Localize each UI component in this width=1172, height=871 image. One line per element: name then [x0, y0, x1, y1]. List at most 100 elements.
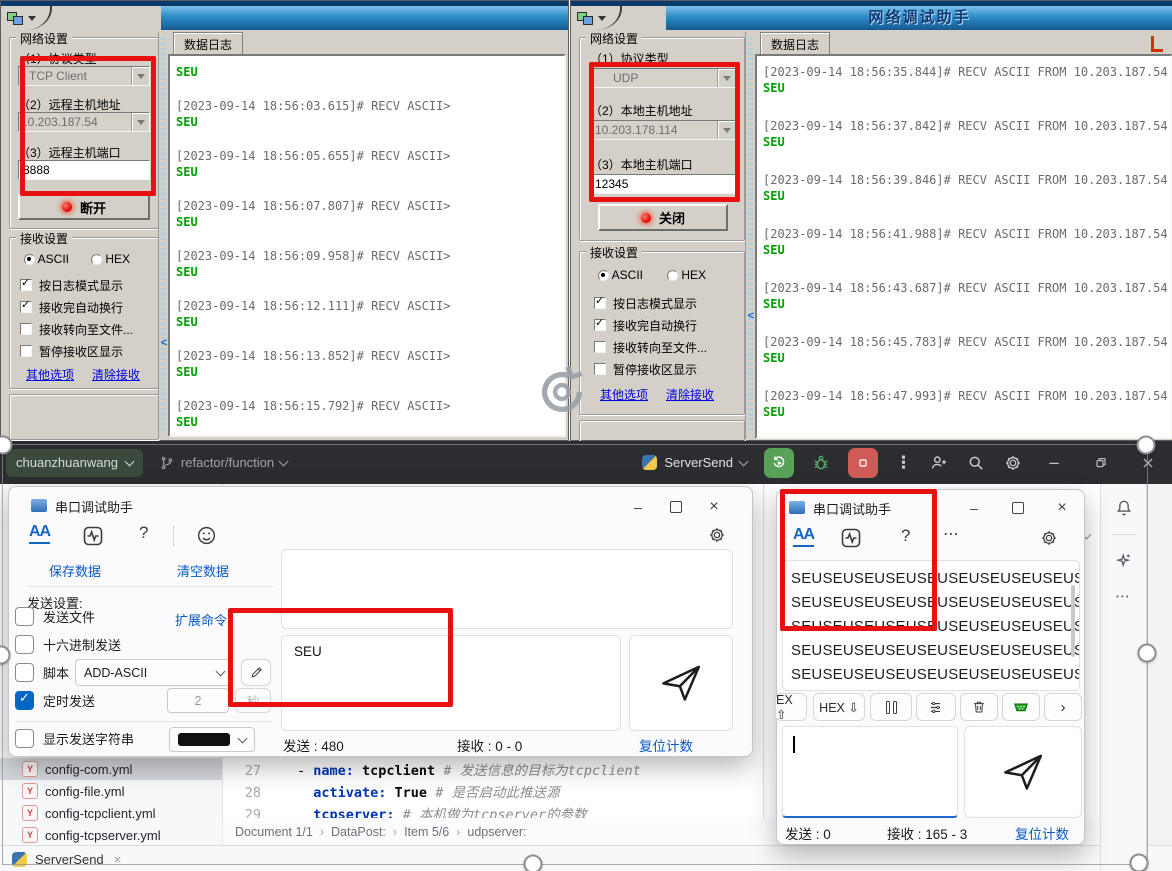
checkbox[interactable]	[594, 341, 606, 353]
radio-ascii[interactable]: ASCII	[24, 252, 69, 266]
run-config-selector[interactable]: ServerSend	[642, 455, 747, 470]
clear-data-link[interactable]: 清空数据	[177, 561, 229, 580]
more-tools-icon[interactable]: ⋯	[1115, 587, 1132, 605]
titlebar[interactable]: 网络调试助手	[571, 6, 1172, 32]
font-encoding-button[interactable]: AA	[29, 523, 50, 544]
project-selector[interactable]: chuanzhuanwang	[6, 449, 143, 477]
minimize-window-button[interactable]	[1046, 455, 1062, 471]
checkbox[interactable]	[594, 319, 606, 331]
other-options-link[interactable]: 其他选项	[600, 386, 648, 403]
data-log-area[interactable]: SEU [2023-09-14 18:56:03.615]# RECV ASCI…	[168, 54, 566, 437]
close-button[interactable]: ×	[697, 495, 731, 519]
more-options-button[interactable]: ⋯	[943, 524, 960, 544]
send-button[interactable]	[964, 726, 1082, 818]
rerun-button[interactable]	[764, 448, 794, 478]
receive-option-row[interactable]: 接收完自动换行	[20, 296, 154, 318]
send-textarea[interactable]	[782, 726, 958, 818]
titlebar[interactable]	[1, 6, 568, 32]
waveform-view-button[interactable]	[79, 523, 107, 549]
disconnect-button[interactable]: 断开	[18, 194, 150, 220]
expand-toolbar-button[interactable]: ›	[1044, 693, 1082, 721]
minimize-button[interactable]: –	[957, 496, 991, 520]
notifications-bell-icon[interactable]	[1114, 498, 1134, 518]
close-connection-button[interactable]: 关闭	[598, 204, 728, 231]
send-button[interactable]	[629, 635, 733, 731]
checkbox[interactable]	[594, 363, 606, 375]
checkbox[interactable]	[20, 301, 32, 313]
breadcrumb-item[interactable]: udpserver:	[467, 825, 540, 839]
show-send-string-checkbox[interactable]	[15, 729, 34, 748]
file-tree-item[interactable]: Y config-com.yml	[0, 758, 222, 780]
branch-selector[interactable]: refactor/function	[159, 455, 287, 471]
timed-send-checkbox[interactable]	[15, 691, 34, 710]
ai-assistant-icon[interactable]	[1114, 551, 1134, 571]
maximize-button[interactable]	[1001, 496, 1035, 520]
feedback-button[interactable]	[195, 524, 218, 547]
reset-count-link[interactable]: 复位计数	[639, 735, 693, 755]
radio-ascii[interactable]: ASCII	[598, 268, 643, 282]
other-options-link[interactable]: 其他选项	[26, 366, 74, 383]
selection-handle[interactable]	[524, 855, 543, 871]
debug-button[interactable]	[811, 453, 831, 473]
tab-data-log[interactable]: 数据日志	[173, 32, 243, 55]
close-window-button[interactable]	[1140, 455, 1156, 471]
file-tree-item[interactable]: Y config-tcpclient.yml	[0, 802, 222, 824]
editor-splitter[interactable]	[763, 484, 764, 845]
radio-hex[interactable]: HEX	[667, 268, 706, 282]
receive-option-row[interactable]: 接收转向至文件...	[20, 318, 154, 340]
script-combobox[interactable]: ADD-ASCII	[75, 659, 233, 686]
checkbox[interactable]	[20, 323, 32, 335]
selection-handle[interactable]	[1138, 644, 1157, 663]
display-options-button[interactable]	[916, 693, 956, 721]
code-with-me-button[interactable]	[929, 453, 949, 473]
close-run-tab-icon[interactable]: ×	[114, 852, 122, 867]
checkbox[interactable]	[20, 345, 32, 357]
clear-receive-link[interactable]: 清除接收	[666, 386, 714, 403]
receive-option-row[interactable]: 接收完自动换行	[594, 314, 740, 336]
ide-settings-button[interactable]	[1003, 453, 1023, 473]
checkbox[interactable]	[20, 279, 32, 291]
system-menu[interactable]	[1, 6, 52, 30]
search-everywhere-button[interactable]	[966, 453, 986, 473]
receive-option-row[interactable]: 暂停接收区显示	[20, 340, 154, 362]
minimize-button[interactable]: –	[621, 495, 655, 519]
receive-option-row[interactable]: 按日志模式显示	[594, 292, 740, 314]
send-file-checkbox[interactable]	[15, 607, 34, 626]
file-tree-item[interactable]: Y config-tcpserver.yml	[0, 824, 222, 845]
maximize-button[interactable]	[659, 495, 693, 519]
close-button[interactable]: ×	[1045, 496, 1079, 520]
selection-handle[interactable]	[1137, 436, 1156, 455]
data-log-area[interactable]: [2023-09-14 18:56:35.844]# RECV ASCII FR…	[755, 54, 1172, 439]
clear-receive-link[interactable]: 清除接收	[92, 366, 140, 383]
help-button[interactable]: ?	[139, 523, 148, 543]
more-actions-menu[interactable]: ⋮	[895, 453, 912, 473]
receive-option-row[interactable]: 接收转向至文件...	[594, 336, 740, 358]
hex-send-checkbox[interactable]	[15, 635, 34, 654]
serial-port-button[interactable]	[1002, 693, 1040, 721]
save-data-link[interactable]: 保存数据	[49, 561, 101, 580]
file-tree-item[interactable]: Y config-file.yml	[0, 780, 222, 802]
scrollbar[interactable]	[1071, 585, 1075, 657]
selection-handle[interactable]	[1130, 854, 1149, 871]
radio-hex[interactable]: HEX	[91, 252, 130, 266]
pause-button[interactable]	[870, 693, 912, 721]
reset-count-link[interactable]: 复位计数	[1015, 823, 1069, 843]
settings-button[interactable]	[707, 525, 727, 545]
restore-window-button[interactable]	[1093, 455, 1109, 471]
hex-send-toggle-button[interactable]: HEX ⇩	[813, 693, 865, 721]
script-checkbox[interactable]	[15, 663, 34, 682]
breadcrumb-item[interactable]: Document 1/1	[235, 825, 331, 839]
system-menu[interactable]	[571, 6, 622, 30]
extended-command-link[interactable]: 扩展命令	[175, 610, 227, 629]
receive-option-row[interactable]: 暂停接收区显示	[594, 358, 740, 380]
breadcrumb-item[interactable]: DataPost:	[331, 825, 404, 839]
breadcrumb-item[interactable]: Item 5/6	[404, 825, 467, 839]
send-color-dropdown[interactable]	[169, 727, 255, 752]
clear-receive-button[interactable]	[960, 693, 998, 721]
stop-button[interactable]	[848, 448, 878, 478]
receive-option-row[interactable]: 按日志模式显示	[20, 274, 154, 296]
timed-interval-input[interactable]: 2	[167, 688, 229, 713]
settings-button[interactable]	[1039, 528, 1059, 548]
run-tab-label[interactable]: ServerSend	[35, 852, 104, 867]
checkbox[interactable]	[594, 297, 606, 309]
